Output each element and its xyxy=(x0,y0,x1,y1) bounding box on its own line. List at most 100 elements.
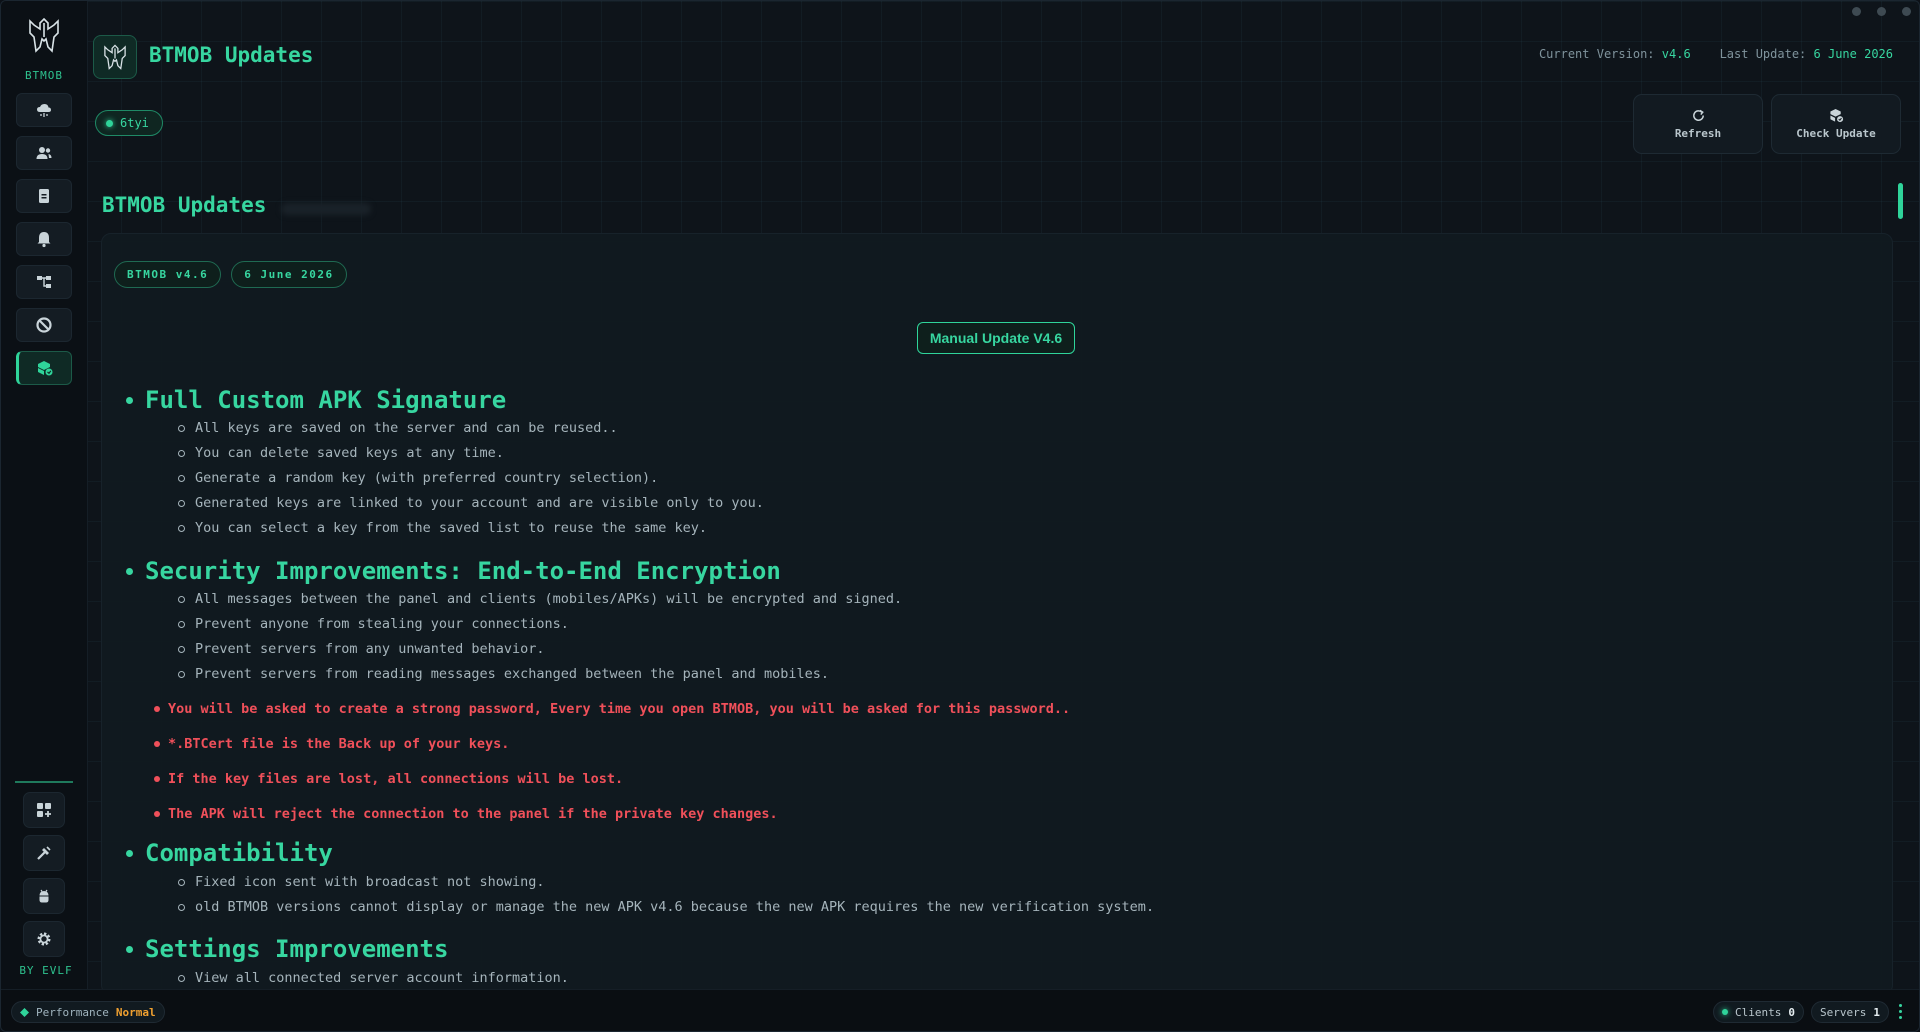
bullet xyxy=(178,449,185,457)
page-title: BTMOB Updates xyxy=(149,43,314,67)
servers-counter[interactable]: Servers 1 xyxy=(1811,1001,1889,1023)
list-item-text: Prevent anyone from stealing your connec… xyxy=(195,616,569,632)
user-chip[interactable]: 6tyi xyxy=(95,110,163,136)
user-chip-label: 6tyi xyxy=(120,116,149,130)
sidebar-divider xyxy=(15,781,73,783)
btmob-logo-icon xyxy=(104,44,126,70)
last-update-value: 6 June 2026 xyxy=(1813,47,1893,61)
list-item: Generate a random key (with preferred co… xyxy=(178,470,658,486)
check-update-label: Check Update xyxy=(1796,127,1876,140)
bullet xyxy=(178,645,185,653)
warning-item: You will be asked to create a strong pas… xyxy=(154,701,1070,717)
version-info: Current Version: v4.6 Last Update: 6 Jun… xyxy=(1539,47,1893,61)
bullet xyxy=(178,474,185,482)
minimize-control[interactable] xyxy=(1852,7,1861,16)
bullet xyxy=(154,706,160,712)
list-item: Prevent servers from any unwanted behavi… xyxy=(178,641,545,657)
list-item: Fixed icon sent with broadcast not showi… xyxy=(178,874,545,890)
warning-item: The APK will reject the connection to th… xyxy=(154,806,778,822)
section-heading: Security Improvements: End-to-End Encryp… xyxy=(126,557,781,585)
close-control[interactable] xyxy=(1902,7,1911,16)
performance-value: Normal xyxy=(115,1005,156,1019)
performance-indicator[interactable]: Performance Normal xyxy=(11,1001,165,1023)
heading-text: Security Improvements: End-to-End Encryp… xyxy=(145,557,781,585)
bullet xyxy=(178,974,185,982)
refresh-icon xyxy=(1692,109,1704,121)
heading-text: Settings Improvements xyxy=(145,935,449,963)
bullet xyxy=(178,620,185,628)
section-heading: Compatibility xyxy=(126,839,333,867)
bullet xyxy=(154,811,160,817)
nav-file-button[interactable] xyxy=(16,179,72,213)
section-heading: Full Custom APK Signature xyxy=(126,386,506,414)
nav-updates-button[interactable] xyxy=(16,351,72,385)
android-button[interactable] xyxy=(23,878,65,914)
clients-counter[interactable]: Clients 0 xyxy=(1713,1001,1804,1023)
bullet xyxy=(178,903,185,911)
list-item-text: Prevent servers from any unwanted behavi… xyxy=(195,641,545,657)
bullet xyxy=(154,741,160,747)
cloud-icon xyxy=(37,104,51,117)
servers-label: Servers xyxy=(1820,1005,1867,1019)
list-item: old BTMOB versions cannot display or man… xyxy=(178,899,1154,915)
clients-value: 0 xyxy=(1788,1005,1795,1019)
window-controls xyxy=(1852,7,1911,16)
nav-users-button[interactable] xyxy=(16,136,72,170)
list-item: Generated keys are linked to your accoun… xyxy=(178,495,764,511)
check-update-button[interactable]: Check Update xyxy=(1771,94,1901,154)
section-heading: Settings Improvements xyxy=(126,935,448,963)
package-check-icon xyxy=(1829,108,1843,123)
servers-value: 1 xyxy=(1873,1005,1880,1019)
apps-add-button[interactable] xyxy=(23,792,65,828)
nav-cloud-button[interactable] xyxy=(16,93,72,127)
clients-label: Clients xyxy=(1735,1005,1782,1019)
bullet xyxy=(178,595,185,603)
heading-text: Full Custom APK Signature xyxy=(145,386,507,414)
updates-panel: BTMOB v4.6 6 June 2026 Manual Update V4.… xyxy=(101,233,1893,995)
gear-icon xyxy=(37,932,51,946)
bell-icon xyxy=(37,232,51,248)
android-icon xyxy=(39,889,49,903)
bullet xyxy=(178,424,185,432)
list-item: All messages between the panel and clien… xyxy=(178,591,902,607)
list-item-text: Prevent servers from reading messages ex… xyxy=(195,666,829,682)
version-label: Current Version: xyxy=(1538,47,1655,61)
more-menu-icon[interactable] xyxy=(1899,1004,1903,1019)
block-icon xyxy=(36,317,52,333)
warning-text: If the key files are lost, all connectio… xyxy=(168,771,624,787)
section-title: BTMOB Updates xyxy=(102,193,267,217)
brand-label: BTMOB xyxy=(24,69,64,82)
blurred-subtitle xyxy=(281,203,371,215)
bullet xyxy=(178,499,185,507)
scroll-indicator[interactable] xyxy=(1898,183,1903,219)
maximize-control[interactable] xyxy=(1877,7,1886,16)
bullet xyxy=(126,945,133,953)
warning-text: *.BTCert file is the Back up of your key… xyxy=(168,736,510,752)
apps-add-icon xyxy=(37,803,51,817)
list-item-text: Generate a random key (with preferred co… xyxy=(195,470,659,486)
manual-update-button[interactable]: Manual Update V4.6 xyxy=(917,322,1075,354)
warning-item: If the key files are lost, all connectio… xyxy=(154,771,623,787)
bullet xyxy=(126,396,133,404)
tools-button[interactable] xyxy=(23,835,65,871)
list-item-text: All keys are saved on the server and can… xyxy=(195,420,618,436)
nav-block-button[interactable] xyxy=(16,308,72,342)
list-item: All keys are saved on the server and can… xyxy=(178,420,618,436)
bullet xyxy=(178,670,185,678)
nav-notifications-button[interactable] xyxy=(16,222,72,256)
list-item: You can delete saved keys at any time. xyxy=(178,445,504,461)
header-logo xyxy=(93,35,137,79)
list-item-text: Generated keys are linked to your accoun… xyxy=(195,495,764,511)
nav-hierarchy-button[interactable] xyxy=(16,265,72,299)
list-item-text: All messages between the panel and clien… xyxy=(195,591,903,607)
diamond-icon xyxy=(20,1007,29,1017)
list-item-text: You can select a key from the saved list… xyxy=(195,520,708,536)
version-value: v4.6 xyxy=(1661,47,1691,61)
refresh-button[interactable]: Refresh xyxy=(1633,94,1763,154)
performance-label: Performance xyxy=(36,1005,109,1019)
list-item-text: Fixed icon sent with broadcast not showi… xyxy=(195,874,545,890)
settings-button[interactable] xyxy=(23,921,65,957)
warning-item: *.BTCert file is the Back up of your key… xyxy=(154,736,509,752)
release-tags: BTMOB v4.6 6 June 2026 xyxy=(114,261,347,288)
tools-icon xyxy=(37,846,51,860)
